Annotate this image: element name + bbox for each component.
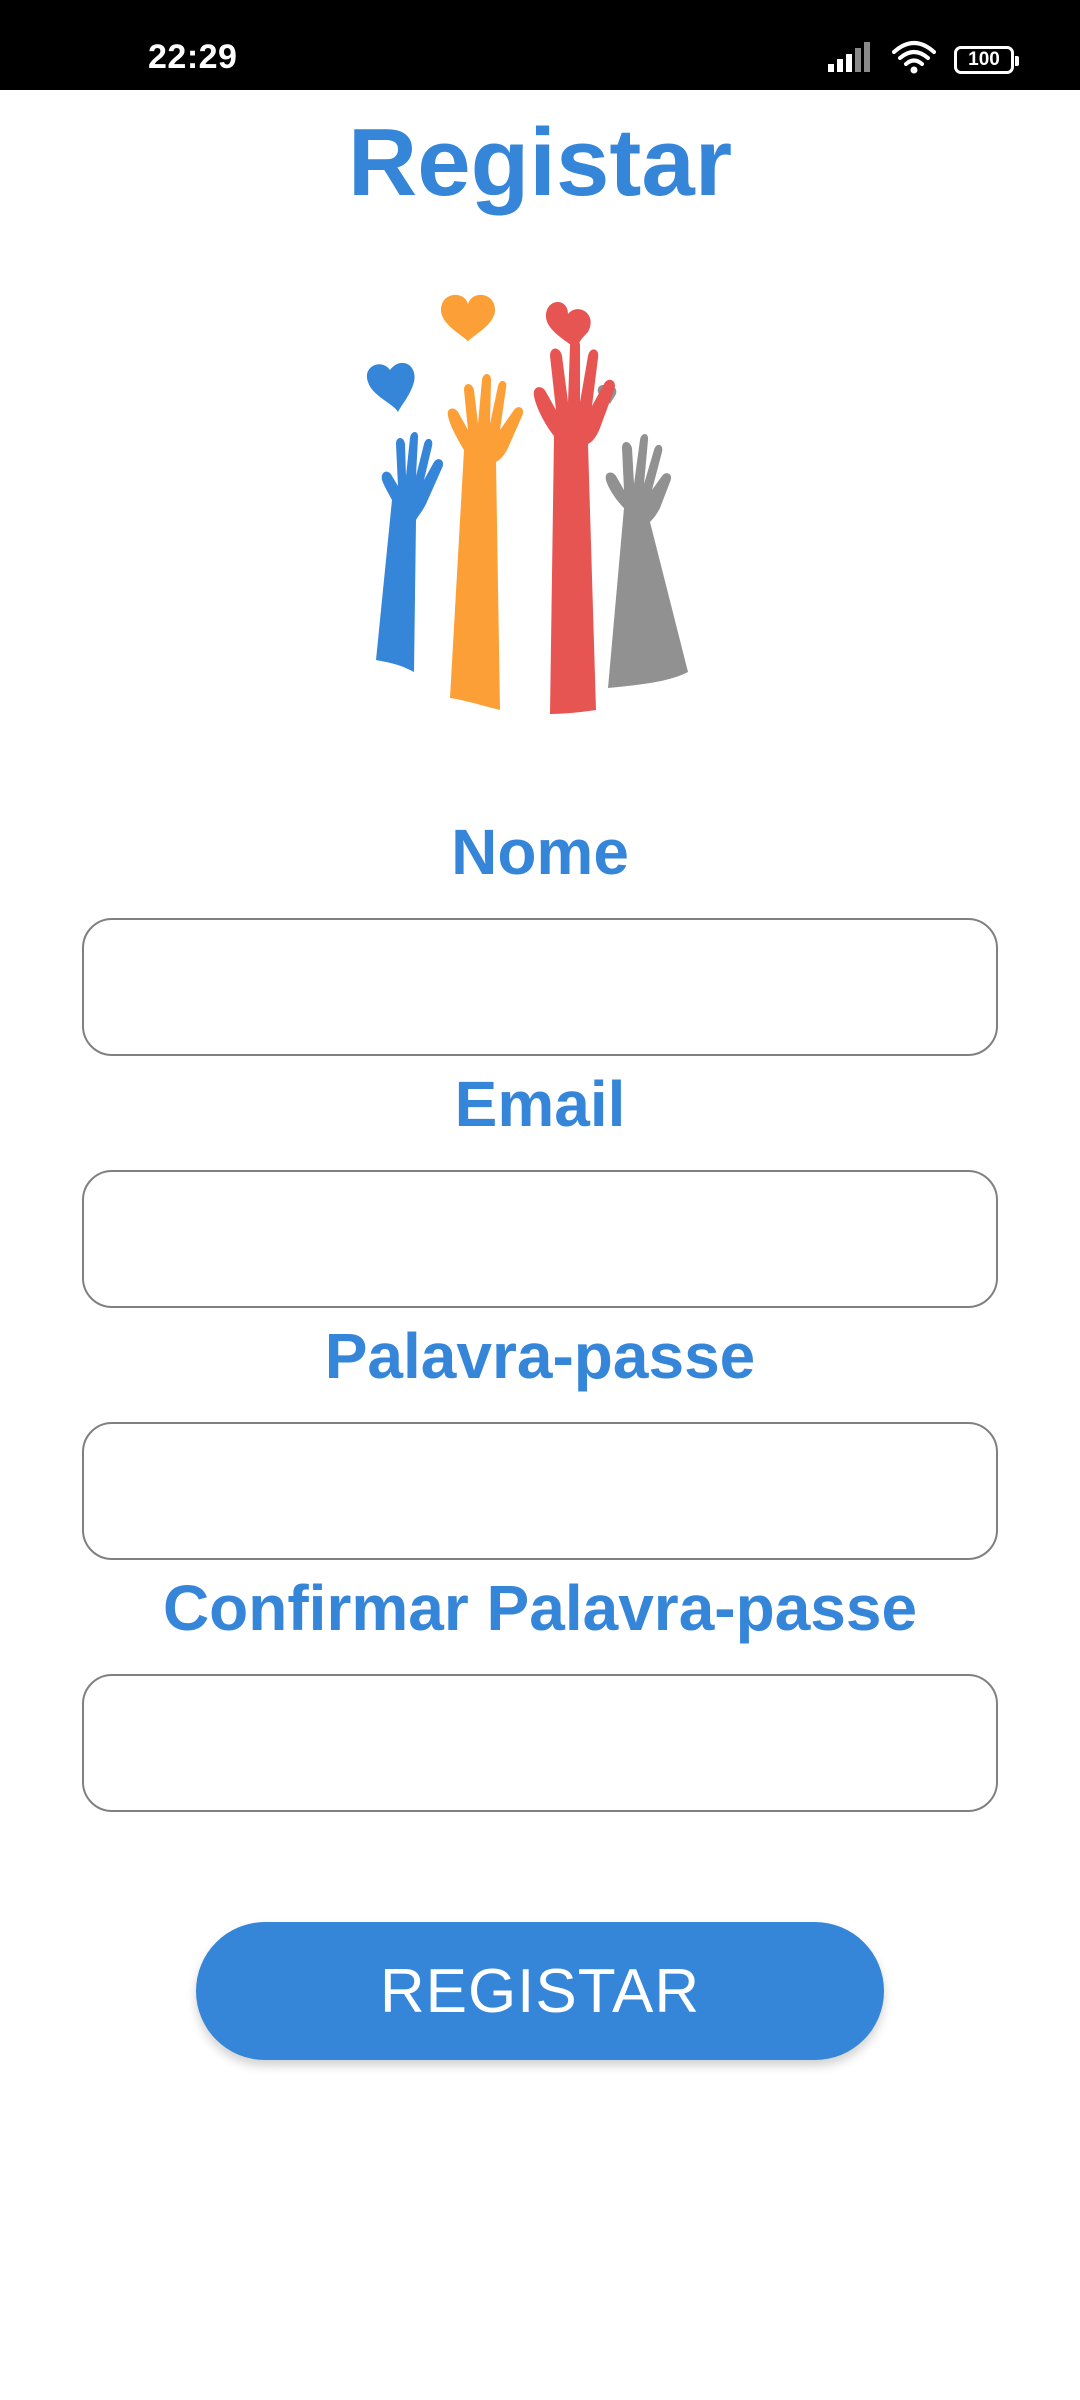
name-input[interactable] xyxy=(82,918,998,1056)
blue-heart-icon xyxy=(366,362,415,412)
password-input[interactable] xyxy=(82,1422,998,1560)
password-label: Palavra-passe xyxy=(324,1320,756,1392)
status-bar: 22:29 100 xyxy=(0,0,1080,90)
battery-icon: 100 xyxy=(954,45,1019,74)
blue-hand-icon xyxy=(376,432,444,672)
red-hand-icon xyxy=(533,338,615,714)
wifi-icon xyxy=(892,40,936,79)
status-icons: 100 xyxy=(828,40,1019,79)
name-label: Nome xyxy=(451,816,629,888)
raised-hands-logo xyxy=(360,280,720,720)
status-time: 22:29 xyxy=(148,38,238,76)
signal-icon xyxy=(828,42,874,77)
red-heart-icon xyxy=(545,302,591,350)
email-label: Email xyxy=(454,1068,626,1140)
email-input[interactable] xyxy=(82,1170,998,1308)
confirm-password-input[interactable] xyxy=(82,1674,998,1812)
orange-hand-icon xyxy=(447,374,524,710)
confirm-password-label: Confirmar Palavra-passe xyxy=(162,1572,918,1644)
register-button[interactable]: REGISTAR xyxy=(196,1922,884,2060)
page-title: Registar xyxy=(347,109,733,216)
orange-heart-icon xyxy=(441,294,495,342)
gray-hand-icon xyxy=(605,434,688,688)
